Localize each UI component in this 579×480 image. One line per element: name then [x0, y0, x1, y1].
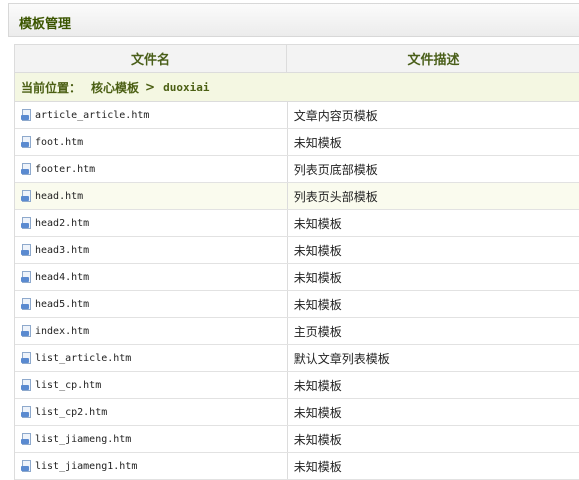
filename-link[interactable]: list_cp2.htm [35, 407, 107, 418]
description-cell: 未知模板 [293, 378, 342, 393]
filename-cell: head5.htm [15, 291, 288, 317]
filename-cell: article_article.htm [15, 102, 288, 128]
description-cell: 默认文章列表模板 [293, 351, 390, 366]
filename-link[interactable]: list_cp.htm [35, 380, 101, 391]
breadcrumb-current: duoxiai [163, 80, 210, 94]
table-row[interactable]: head4.htm 未知模板 [15, 264, 579, 291]
description-cell: 主页模板 [293, 324, 342, 339]
file-icon [21, 189, 32, 203]
file-icon [21, 243, 32, 257]
filename-cell: list_cp2.htm [15, 399, 288, 425]
table-row[interactable]: list_cp.htm 未知模板 [15, 372, 579, 399]
filename-link[interactable]: head5.htm [35, 299, 89, 310]
file-icon [21, 216, 32, 230]
file-icon [21, 162, 32, 176]
filename-cell: foot.htm [15, 129, 288, 155]
table-row[interactable]: head.htm 列表页头部模板 [15, 183, 579, 210]
file-icon [21, 351, 32, 365]
description-cell: 列表页底部模板 [293, 162, 378, 177]
file-table: 文件名 文件描述 当前位置： 核心模板 > duoxiai article_ar… [14, 44, 579, 480]
table-row[interactable]: index.htm 主页模板 [15, 318, 579, 345]
description-cell: 未知模板 [293, 459, 342, 474]
file-icon [21, 405, 32, 419]
description-cell: 未知模板 [293, 297, 342, 312]
description-cell: 未知模板 [293, 135, 342, 150]
filename-link[interactable]: article_article.htm [35, 110, 149, 121]
table-row[interactable]: footer.htm 列表页底部模板 [15, 156, 579, 183]
filename-link[interactable]: head3.htm [35, 245, 89, 256]
table-row[interactable]: article_article.htm 文章内容页模板 [15, 102, 579, 129]
filename-cell: head3.htm [15, 237, 288, 263]
file-icon [21, 297, 32, 311]
file-icon [21, 432, 32, 446]
file-icon [21, 459, 32, 473]
filename-link[interactable]: list_article.htm [35, 353, 131, 364]
filename-link[interactable]: head2.htm [35, 218, 89, 229]
filename-cell: list_jiameng1.htm [15, 453, 288, 479]
table-row[interactable]: head5.htm 未知模板 [15, 291, 579, 318]
breadcrumb-link-core-templates[interactable]: 核心模板 [91, 79, 139, 96]
file-icon [21, 108, 32, 122]
table-header: 文件名 文件描述 [15, 45, 579, 73]
table-row[interactable]: list_cp2.htm 未知模板 [15, 399, 579, 426]
description-cell: 文章内容页模板 [293, 108, 378, 123]
column-header-filename[interactable]: 文件名 [15, 45, 287, 72]
breadcrumb: 当前位置： 核心模板 > duoxiai [15, 73, 579, 102]
filename-cell: list_cp.htm [15, 372, 288, 398]
description-cell: 未知模板 [293, 405, 342, 420]
breadcrumb-label: 当前位置： [21, 80, 82, 95]
table-row[interactable]: list_article.htm 默认文章列表模板 [15, 345, 579, 372]
filename-cell: index.htm [15, 318, 288, 344]
filename-cell: list_article.htm [15, 345, 288, 371]
filename-link[interactable]: foot.htm [35, 137, 83, 148]
description-cell: 未知模板 [293, 243, 342, 258]
filename-cell: head4.htm [15, 264, 288, 290]
filename-link[interactable]: list_jiameng.htm [35, 434, 131, 445]
filename-link[interactable]: footer.htm [35, 164, 95, 175]
filename-link[interactable]: list_jiameng1.htm [35, 461, 137, 472]
breadcrumb-separator-icon: > [145, 80, 156, 94]
filename-cell: head2.htm [15, 210, 288, 236]
filename-cell: head.htm [15, 183, 288, 209]
file-icon [21, 324, 32, 338]
filename-link[interactable]: head.htm [35, 191, 83, 202]
file-list: article_article.htm 文章内容页模板 foot.htm 未知模板 fo… [15, 102, 579, 480]
description-cell: 未知模板 [293, 270, 342, 285]
table-row[interactable]: list_jiameng.htm 未知模板 [15, 426, 579, 453]
file-icon [21, 135, 32, 149]
file-icon [21, 270, 32, 284]
table-row[interactable]: head2.htm 未知模板 [15, 210, 579, 237]
panel-title: 模板管理 [19, 17, 72, 32]
file-icon [21, 378, 32, 392]
description-cell: 列表页头部模板 [293, 189, 378, 204]
column-header-description[interactable]: 文件描述 [287, 45, 579, 72]
filename-cell: footer.htm [15, 156, 288, 182]
table-row[interactable]: list_jiameng1.htm 未知模板 [15, 453, 579, 480]
filename-link[interactable]: index.htm [35, 326, 89, 337]
filename-link[interactable]: head4.htm [35, 272, 89, 283]
table-row[interactable]: foot.htm 未知模板 [15, 129, 579, 156]
table-row[interactable]: head3.htm 未知模板 [15, 237, 579, 264]
panel-header: 模板管理 [8, 3, 579, 37]
filename-cell: list_jiameng.htm [15, 426, 288, 452]
description-cell: 未知模板 [293, 216, 342, 231]
description-cell: 未知模板 [293, 432, 342, 447]
